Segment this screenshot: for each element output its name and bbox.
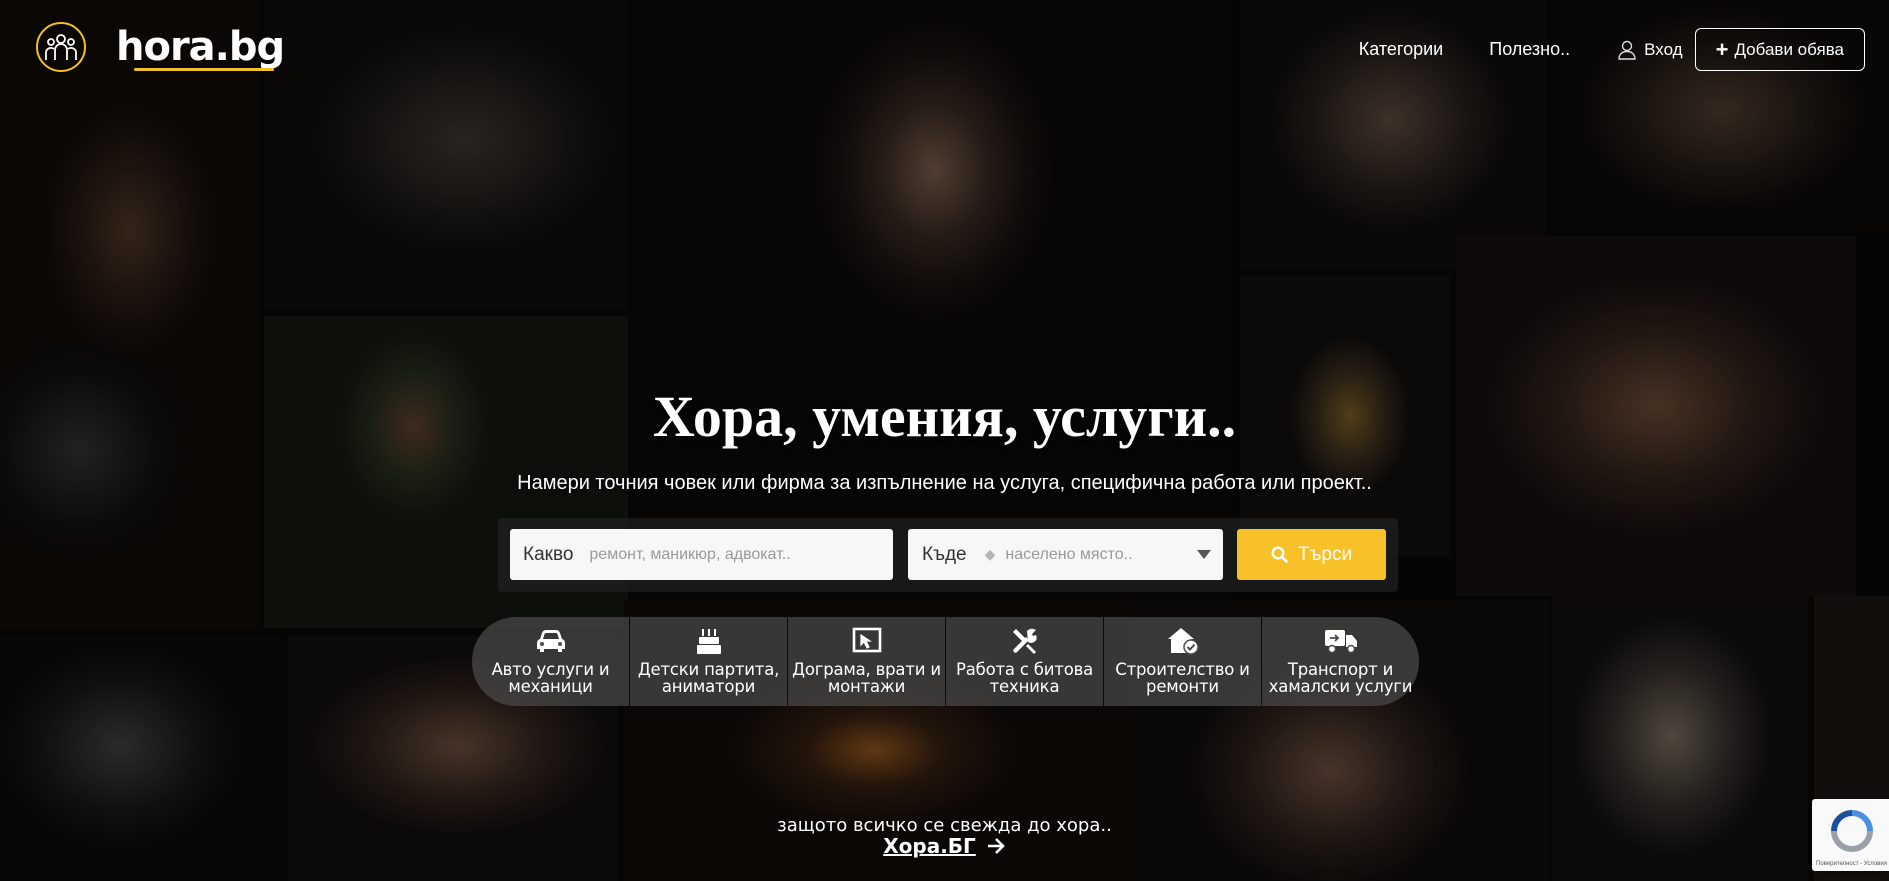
category-transport[interactable]: Транспорт и хамалски услуги xyxy=(1262,617,1419,706)
search-icon xyxy=(1271,546,1288,563)
user-icon xyxy=(1618,40,1636,60)
what-field[interactable]: Какво xyxy=(510,529,893,580)
login-label: Вход xyxy=(1644,39,1683,59)
category-bar: Авто услуги и механици Детски партита, а… xyxy=(472,617,1420,706)
category-label: Строителство и ремонти xyxy=(1115,660,1250,696)
top-navigation: Категории Полезно.. Вход + Добави обява xyxy=(1359,28,1865,71)
search-button[interactable]: Търси xyxy=(1237,529,1386,580)
recaptcha-badge[interactable]: Поверителност - Условия xyxy=(1812,799,1889,871)
chevron-down-icon[interactable] xyxy=(1197,550,1211,559)
car-icon xyxy=(536,627,566,655)
nav-categories[interactable]: Категории xyxy=(1359,39,1443,60)
brand-link[interactable]: Хора.БГ xyxy=(0,834,1889,858)
hero-subtitle: Намери точния човек или фирма за изпълне… xyxy=(517,472,1372,494)
brand-link-label: Хора.БГ xyxy=(883,834,976,858)
house-check-icon xyxy=(1167,627,1199,655)
category-appliances[interactable]: Работа с битова техника xyxy=(946,617,1103,706)
category-windows-doors[interactable]: Дограма, врати и монтажи xyxy=(788,617,945,706)
nav-useful[interactable]: Полезно.. xyxy=(1489,39,1570,60)
search-button-label: Търси xyxy=(1297,543,1353,565)
add-listing-label: Добави обява xyxy=(1734,39,1844,59)
tagline: защото всичко се свежда до хора.. xyxy=(777,815,1112,836)
logo-underline xyxy=(134,68,274,71)
plus-icon: + xyxy=(1715,36,1729,62)
tools-icon xyxy=(1011,627,1039,655)
hero-title: Хора, умения, услуги.. xyxy=(652,384,1237,449)
where-field[interactable]: Къде ◆ xyxy=(908,529,1223,580)
window-frame-icon xyxy=(852,627,882,655)
login-link[interactable]: Вход xyxy=(1618,39,1683,60)
category-label: Транспорт и хамалски услуги xyxy=(1268,660,1413,696)
truck-icon xyxy=(1324,627,1358,655)
location-pin-icon: ◆ xyxy=(984,546,996,562)
where-input[interactable] xyxy=(1003,544,1158,565)
recaptcha-text: Поверителност - Условия xyxy=(1816,861,1887,867)
category-label: Дограма, врати и монтажи xyxy=(792,660,941,696)
recaptcha-icon xyxy=(1831,810,1873,852)
birthday-cake-icon xyxy=(696,627,722,655)
arrow-right-icon xyxy=(987,838,1005,854)
people-group-icon xyxy=(36,22,86,72)
category-label: Детски партита, аниматори xyxy=(637,660,780,696)
category-label: Работа с битова техника xyxy=(955,660,1094,696)
what-input[interactable] xyxy=(587,544,822,565)
site-logo[interactable]: hora.bg xyxy=(36,22,285,72)
add-listing-button[interactable]: + Добави обява xyxy=(1694,28,1865,71)
category-kids-parties[interactable]: Детски партита, аниматори xyxy=(630,617,787,706)
where-label: Къде xyxy=(922,543,967,565)
category-auto-services[interactable]: Авто услуги и механици xyxy=(472,617,629,706)
category-construction[interactable]: Строителство и ремонти xyxy=(1104,617,1261,706)
logo-wordmark: hora.bg xyxy=(116,24,285,71)
what-label: Какво xyxy=(523,543,574,565)
search-panel: Какво Къде ◆ Търси xyxy=(498,518,1398,592)
category-label: Авто услуги и механици xyxy=(491,660,610,696)
